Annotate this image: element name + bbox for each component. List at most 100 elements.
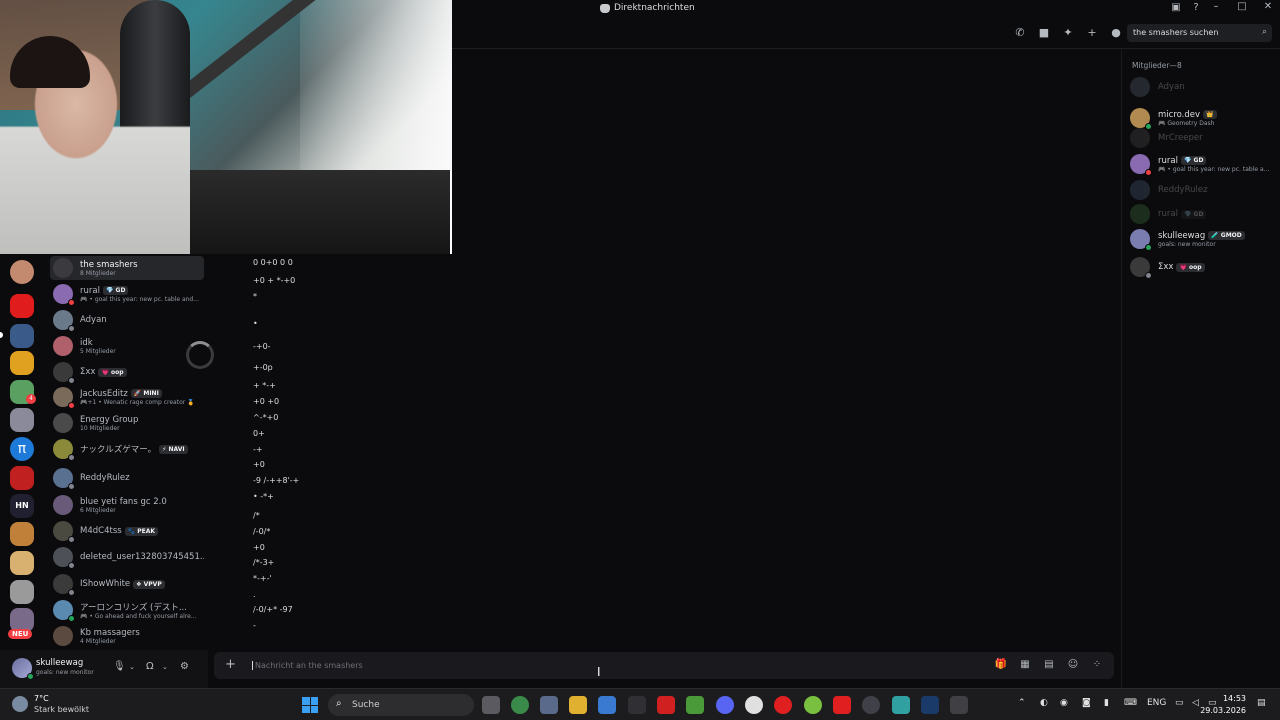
task-view-icon[interactable] (482, 696, 500, 714)
member-item[interactable]: MrCreeper (1130, 127, 1278, 149)
game-icon[interactable] (657, 696, 675, 714)
server-icon[interactable] (10, 324, 34, 348)
discord-tray-icon[interactable]: ◙ (1082, 698, 1091, 708)
video-icon[interactable]: ■ (1038, 27, 1050, 39)
avatar (1130, 229, 1152, 251)
steam-tray-icon[interactable]: ◉ (1060, 698, 1068, 708)
language-indicator[interactable]: ENG (1147, 698, 1166, 708)
gift-icon[interactable]: 🎁 (994, 659, 1008, 671)
message-line: - (253, 621, 256, 630)
message-line: +-0p (253, 363, 273, 372)
calculator-icon[interactable] (540, 696, 558, 714)
apps-icon[interactable]: ⁘ (1090, 659, 1104, 671)
avatar (53, 284, 75, 306)
server-icon[interactable] (10, 351, 34, 375)
dm-item[interactable]: M4dC4tss 🐾 PEAK (50, 519, 204, 543)
dm-item[interactable]: Adyan (50, 308, 204, 332)
chrome-icon[interactable] (511, 696, 529, 714)
chevron-down-icon[interactable]: ⌄ (129, 663, 135, 671)
file-explorer-icon[interactable] (569, 696, 587, 714)
inbox-icon[interactable]: ▣ (1170, 2, 1182, 14)
notification-icon[interactable]: ▤ (1257, 698, 1266, 708)
headphones-icon[interactable]: Ω (146, 661, 154, 672)
dm-item[interactable]: アーロンコリンズ (デスト... 🎮 • Go ahead and fuck yo… (50, 598, 204, 622)
app-icon[interactable] (628, 696, 646, 714)
avatar (53, 336, 73, 356)
user-status: goals: new monitor (36, 669, 94, 676)
server-icon[interactable] (10, 408, 34, 432)
app-icon[interactable] (804, 696, 822, 714)
obs-icon[interactable] (745, 696, 763, 714)
app-icon[interactable] (950, 696, 968, 714)
avatar (1130, 257, 1152, 279)
message-line: +0 (253, 460, 265, 469)
dm-item[interactable]: Energy Group 10 Mitglieder (50, 411, 204, 435)
dm-item[interactable]: rural 💎 GD 🎮 • goal this year: new pc. tab… (50, 282, 204, 306)
taskbar-search[interactable]: ⌕ Suche (328, 694, 474, 716)
close-icon[interactable]: ✕ (1260, 1, 1276, 12)
keyboard-icon[interactable]: ⌨ (1124, 698, 1137, 708)
app-icon[interactable] (833, 696, 851, 714)
dm-item[interactable]: Σxx 💗 oop (50, 360, 204, 384)
pi-server-icon[interactable]: π (10, 437, 34, 461)
clock[interactable]: 14:53 29.03.2026 (1200, 693, 1246, 717)
pin-icon[interactable]: ✦ (1062, 27, 1074, 39)
server-icon[interactable] (10, 466, 34, 490)
microphone-tray-icon[interactable]: ▮ (1104, 698, 1109, 708)
settings-gear-icon[interactable]: ⚙ (180, 661, 189, 672)
member-name: skulleewag (1158, 230, 1206, 241)
member-item[interactable]: skulleewag 🧪 GMOD goals: new monitor (1130, 228, 1278, 251)
dm-item[interactable]: ReddyRulez (50, 466, 204, 490)
tray-app-icon[interactable]: ◐ (1040, 698, 1048, 708)
member-item[interactable]: Adyan (1130, 76, 1278, 98)
gif-icon[interactable]: ▦ (1018, 659, 1032, 671)
message-line: ^-*+0 (253, 413, 279, 422)
dm-item[interactable]: Kb massagers 4 Mitglieder (50, 624, 204, 648)
minimize-icon[interactable]: – (1208, 1, 1224, 12)
member-item[interactable]: rural 💎 GD 🎮 • goal this year: new pc. tab… (1130, 153, 1278, 176)
dm-name: deleted_user132803745451... (80, 552, 204, 562)
app-icon[interactable] (862, 696, 880, 714)
server-icon[interactable] (10, 260, 34, 284)
member-name: micro.dev (1158, 109, 1201, 120)
start-icon[interactable] (302, 697, 318, 713)
store-icon[interactable] (598, 696, 616, 714)
member-item[interactable]: micro.dev 👑 🎮 Geometry Dash (1130, 107, 1278, 130)
sticker-icon[interactable]: ▤ (1042, 659, 1056, 671)
server-icon[interactable] (10, 580, 34, 604)
help-icon[interactable]: ? (1190, 2, 1202, 14)
members-icon[interactable]: ● (1110, 27, 1122, 39)
record-icon[interactable] (774, 696, 792, 714)
search-input[interactable]: the smashers suchen ⌕ (1127, 24, 1272, 42)
member-item[interactable]: rural 💎 GD (1130, 203, 1278, 225)
call-icon[interactable]: ✆ (1014, 27, 1026, 39)
app-icon[interactable] (892, 696, 910, 714)
add-friend-icon[interactable]: + (1086, 27, 1098, 39)
server-icon[interactable]: HN (10, 494, 34, 518)
message-composer[interactable]: + Nachricht an the smashers 🎁 ▦ ▤ ☺ ⁘ (214, 652, 1114, 679)
microphone-icon[interactable]: 🎙 (113, 661, 126, 672)
dm-item[interactable]: ナックルズゲマー。 ⚡ NAVI (50, 437, 204, 461)
discord-icon[interactable] (716, 696, 734, 714)
maximize-icon[interactable]: □ (1234, 1, 1250, 12)
steam-icon[interactable] (921, 696, 939, 714)
dm-item[interactable]: idk 5 Mitglieder (50, 334, 204, 358)
member-item[interactable]: ReddyRulez (1130, 179, 1278, 201)
volume-icon[interactable]: ◁ (1192, 698, 1199, 708)
server-icon[interactable] (10, 551, 34, 575)
message-input[interactable]: Nachricht an the smashers (252, 661, 363, 670)
chevron-down-icon[interactable]: ⌄ (162, 663, 168, 671)
add-attachment-icon[interactable]: + (225, 657, 236, 672)
dm-item[interactable]: deleted_user132803745451... (50, 545, 204, 569)
minecraft-icon[interactable] (686, 696, 704, 714)
member-item[interactable]: Σxx 💗 oop (1130, 256, 1278, 279)
network-icon[interactable]: ▭ (1175, 698, 1184, 708)
emoji-icon[interactable]: ☺ (1066, 659, 1080, 671)
server-icon[interactable] (10, 294, 34, 318)
dm-item[interactable]: blue yeti fans gc 2.0 6 Mitglieder (50, 493, 204, 517)
chevron-up-icon[interactable]: ⌃ (1018, 698, 1026, 708)
dm-item[interactable]: the smashers 8 Mitglieder (50, 256, 204, 280)
dm-item[interactable]: IShowWhite ❖ VPVP (50, 572, 204, 596)
server-icon[interactable] (10, 522, 34, 546)
dm-item[interactable]: JackusEditz 🚀 MINI 🎮+1 • Wenatic rage comp… (50, 385, 204, 409)
